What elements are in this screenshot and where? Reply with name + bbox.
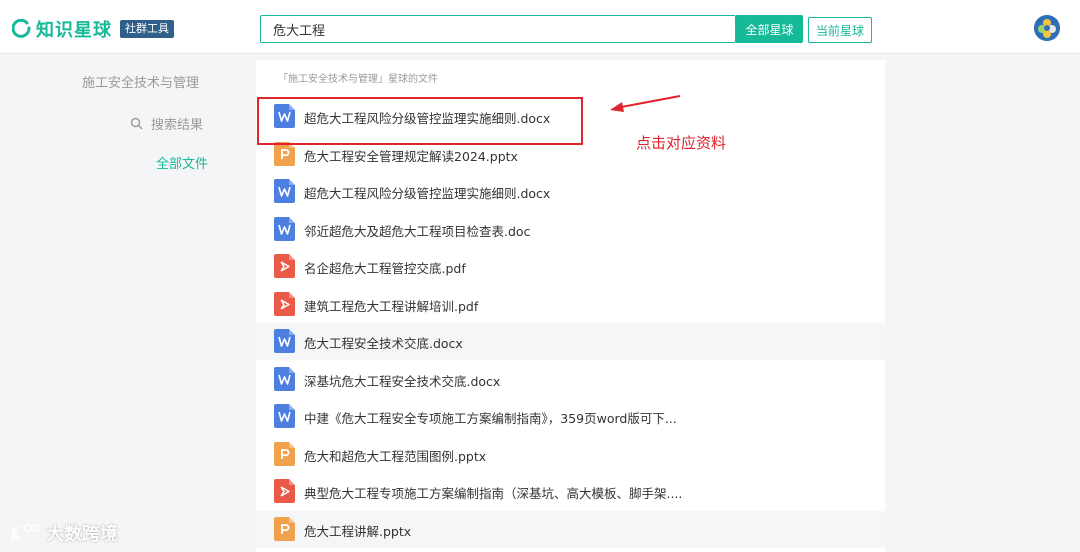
file-row[interactable]: 名企超危大工程管控交底.pdf xyxy=(256,248,885,285)
logo-text: 知识星球 xyxy=(36,20,112,41)
pdf-file-icon xyxy=(274,291,295,316)
watermark: 大数跨境 xyxy=(10,520,118,546)
sidebar-item-all-files[interactable]: 全部文件 xyxy=(156,153,208,172)
word-file-icon xyxy=(274,404,295,428)
file-row[interactable]: 危大和超危大工程范围图例.pptx xyxy=(256,436,885,473)
file-name: 超危大工程风险分级管控监理实施细则.docx xyxy=(304,186,551,201)
file-row[interactable]: 危大工程讲解.pptx xyxy=(256,510,885,548)
watermark-logo-icon xyxy=(11,523,40,541)
file-name: 中建《危大工程安全专项施工方案编制指南》，359页word版可下... xyxy=(304,411,677,426)
app-logo[interactable]: 知识星球 社群工具 xyxy=(12,16,174,42)
file-row[interactable]: 危大工程安全技术交底.docx xyxy=(256,323,885,360)
logo-badge: 社群工具 xyxy=(120,20,174,38)
pdf-file-icon xyxy=(274,254,295,278)
file-row[interactable]: 超危大工程风险分级管控监理实施细则.docx xyxy=(256,173,885,210)
file-row[interactable]: 中建《危大工程安全专项施工方案编制指南》，359页word版可下... xyxy=(256,398,885,435)
file-row[interactable]: 典型危大工程专项施工方案编制指南（深基坑、高大模板、脚手架.... xyxy=(256,473,885,510)
file-name: 危大和超危大工程范围图例.pptx xyxy=(304,448,487,464)
word-file-icon xyxy=(274,366,295,391)
avatar[interactable] xyxy=(1034,15,1060,41)
search-input[interactable] xyxy=(261,16,735,42)
panel-heading: 「施工安全技术与管理」星球的文件 xyxy=(278,74,438,85)
search-icon xyxy=(130,117,143,130)
annotation-arrow-icon xyxy=(610,95,681,112)
logo-ring-icon xyxy=(12,19,31,38)
search-current-planet-button[interactable]: 当前星球 xyxy=(808,17,872,43)
search-all-planets-button[interactable]: 全部星球 xyxy=(736,15,803,43)
file-row[interactable]: 邻近超危大及超危大工程项目检查表.doc xyxy=(256,211,885,248)
planet-title: 施工安全技术与管理 xyxy=(82,76,200,91)
ppt-file-icon xyxy=(274,441,295,466)
file-name: 危大工程讲解.pptx xyxy=(304,523,412,539)
word-file-icon xyxy=(274,216,295,241)
sidebar-item-search-results[interactable]: 搜索结果 xyxy=(130,114,203,133)
watermark-text: 大数跨境 xyxy=(46,524,118,545)
word-file-icon xyxy=(274,329,295,353)
highlight-box xyxy=(257,97,583,145)
file-name: 邻近超危大及超危大工程项目检查表.doc xyxy=(304,223,531,239)
top-header: 知识星球 社群工具 全部星球 当前星球 xyxy=(0,0,1080,54)
file-name: 深基坑危大工程安全技术交底.docx xyxy=(304,373,501,389)
annotation-label: 点击对应资料 xyxy=(636,134,727,152)
file-name: 名企超危大工程管控交底.pdf xyxy=(304,261,466,276)
avatar-image-icon xyxy=(1034,15,1060,41)
file-name: 危大工程安全技术交底.docx xyxy=(304,336,463,351)
search-box xyxy=(260,15,736,43)
sidebar-search-label: 搜索结果 xyxy=(151,118,204,133)
file-name: 建筑工程危大工程讲解培训.pdf xyxy=(304,298,479,314)
pdf-file-icon xyxy=(274,479,295,503)
ppt-file-icon xyxy=(274,516,295,541)
file-row[interactable]: 深基坑危大工程安全技术交底.docx xyxy=(256,361,885,398)
file-name: 典型危大工程专项施工方案编制指南（深基坑、高大模板、脚手架.... xyxy=(304,486,683,501)
ppt-file-icon xyxy=(274,141,295,166)
file-name: 危大工程安全管理规定解读2024.pptx xyxy=(304,148,518,164)
file-row[interactable]: 建筑工程危大工程讲解培训.pdf xyxy=(256,286,885,323)
word-file-icon xyxy=(274,179,295,203)
